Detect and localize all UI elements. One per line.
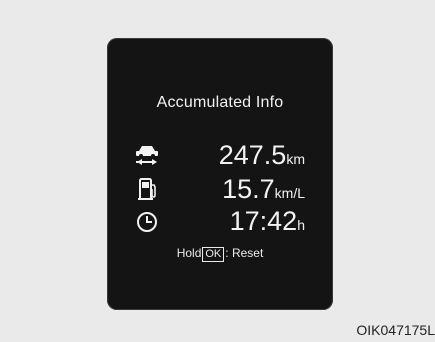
fuel-pump-icon (138, 178, 156, 200)
figure-code-caption: OIK047175L (356, 322, 435, 338)
fuel-economy-row: 15.7km/L (107, 172, 333, 206)
driving-time-value: 17:42 (229, 206, 298, 236)
car-distance-icon (136, 146, 158, 165)
fuel-economy-value: 15.7 (222, 174, 275, 204)
driving-time-value-readout: 17:42h (230, 204, 305, 242)
distance-value-readout: 247.5km (219, 138, 305, 176)
accumulated-info-title: Accumulated Info (156, 94, 284, 111)
driving-time-row: 17:42h (107, 204, 333, 238)
distance-unit: km (286, 151, 305, 167)
ok-button-glyph: OK (202, 247, 225, 262)
distance-row: 247.5km (107, 138, 333, 172)
clock-icon (137, 212, 157, 232)
driving-time-unit: h (297, 217, 305, 233)
reset-hint: Hold OK: Reset (107, 246, 333, 262)
reset-hint-prefix: Hold (176, 246, 202, 260)
cluster-display-panel: Accumulated Info 247.5km 15.7km/L 17:42h… (107, 38, 333, 310)
fuel-economy-unit: km/L (274, 185, 305, 201)
reset-hint-suffix: : Reset (225, 246, 264, 260)
distance-value: 247.5 (218, 140, 287, 170)
